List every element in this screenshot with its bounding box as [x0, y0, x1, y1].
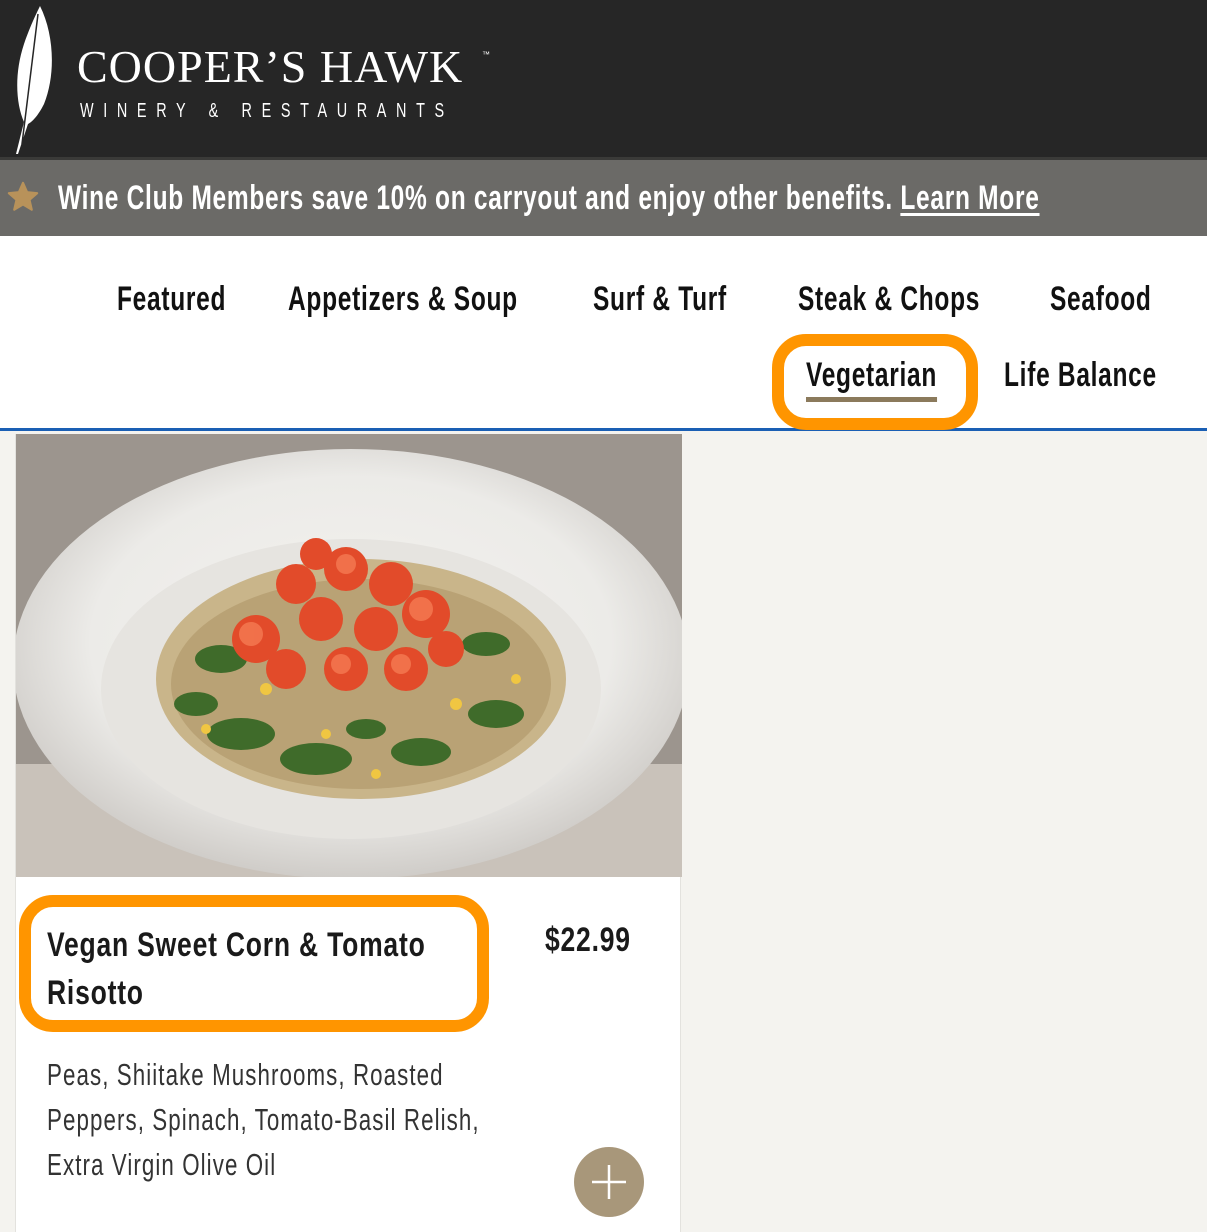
- nav-tab-appetizers-soup[interactable]: Appetizers & Soup: [288, 280, 518, 319]
- promo-message: Wine Club Members save 10% on carryout a…: [58, 179, 901, 217]
- site-header: COOPER’S HAWK ™ WINERY & RESTAURANTS: [0, 0, 1207, 157]
- item-description: Peas, Shiitake Mushrooms, Roasted Pepper…: [47, 1057, 480, 1182]
- menu-category-nav: Featured Appetizers & Soup Surf & Turf S…: [0, 236, 1207, 431]
- nav-tab-life-balance[interactable]: Life Balance: [1004, 356, 1157, 395]
- item-title[interactable]: Vegan Sweet Corn & Tomato Risotto: [47, 921, 488, 1017]
- add-to-order-button[interactable]: [574, 1147, 644, 1217]
- promo-text: Wine Club Members save 10% on carryout a…: [58, 179, 1040, 218]
- nav-tab-vegetarian[interactable]: Vegetarian: [806, 356, 938, 402]
- promo-banner: Wine Club Members save 10% on carryout a…: [0, 157, 1207, 236]
- brand-name: COOPER’S HAWK: [77, 41, 464, 92]
- risotto-photo: [16, 434, 682, 877]
- plus-icon: [592, 1165, 626, 1199]
- nav-tab-surf-turf[interactable]: Surf & Turf: [593, 280, 727, 319]
- feather-icon: [16, 6, 52, 154]
- trademark: ™: [482, 50, 490, 59]
- nav-tab-steak-chops[interactable]: Steak & Chops: [798, 280, 980, 319]
- item-price: $22.99: [545, 921, 631, 959]
- star-icon: [7, 181, 39, 211]
- dish-image: [16, 434, 682, 877]
- nav-tab-featured[interactable]: Featured: [117, 280, 226, 319]
- nav-tab-seafood[interactable]: Seafood: [1050, 280, 1152, 319]
- learn-more-link[interactable]: Learn More: [900, 179, 1039, 217]
- menu-item-card[interactable]: Vegan Sweet Corn & Tomato Risotto $22.99…: [15, 434, 682, 1232]
- brand-subtitle: WINERY & RESTAURANTS: [80, 100, 454, 122]
